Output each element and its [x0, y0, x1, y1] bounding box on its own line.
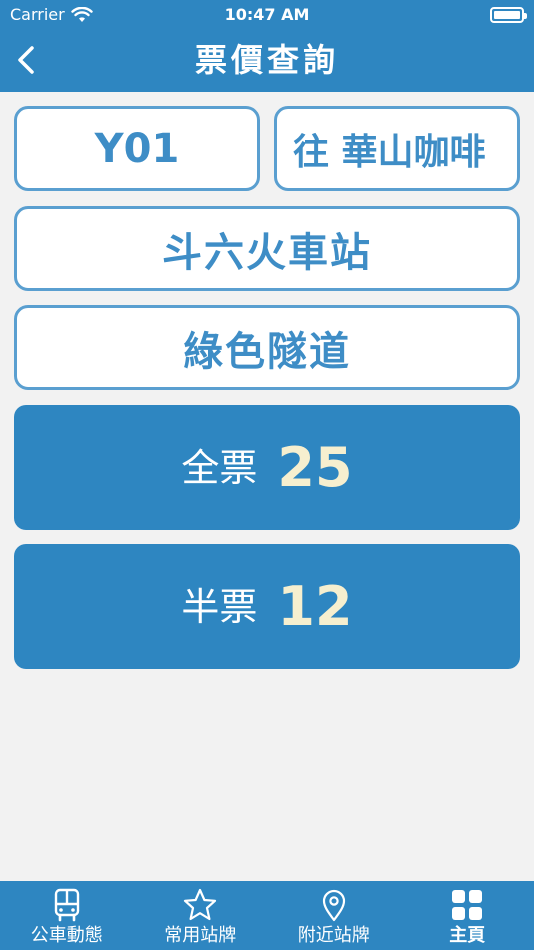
half-fare-label: 半票 [181, 584, 258, 629]
battery-icon [490, 7, 527, 23]
half-fare-value: 12 [277, 574, 353, 638]
top-bar: Carrier 10:47 AM 票價查詢 [0, 0, 534, 92]
destination-stop-selector[interactable]: 綠色隧道 [14, 305, 520, 390]
tab-home-label: 主頁 [449, 925, 486, 946]
route-selector[interactable]: Y01 [14, 106, 260, 191]
tab-home[interactable]: 主頁 [401, 881, 534, 950]
origin-stop-value: 斗六火車站 [162, 229, 372, 276]
full-fare-panel: 全票 25 [14, 405, 520, 530]
direction-value: 往 華山咖啡 [293, 131, 486, 173]
nav-bar: 票價查詢 [0, 30, 534, 92]
location-pin-icon [322, 889, 345, 922]
tab-bus-status[interactable]: 公車動態 [0, 881, 134, 950]
tab-bar: 公車動態 常用站牌 附近站牌 主頁 [0, 881, 534, 950]
half-fare-panel: 半票 12 [14, 544, 520, 669]
page-title: 票價查詢 [194, 41, 339, 79]
status-time: 10:47 AM [224, 5, 310, 24]
star-icon [184, 888, 217, 921]
status-bar: Carrier 10:47 AM [0, 0, 534, 30]
full-fare-value: 25 [277, 435, 353, 499]
tab-nearby-stops-label: 附近站牌 [297, 925, 370, 946]
full-fare-label: 全票 [181, 445, 258, 490]
origin-stop-selector[interactable]: 斗六火車站 [14, 206, 520, 291]
bus-icon [54, 888, 79, 922]
tab-bus-status-label: 公車動態 [30, 925, 103, 946]
direction-selector[interactable]: 往 華山咖啡 [274, 106, 520, 191]
destination-stop-value: 綠色隧道 [183, 328, 351, 375]
tab-favorite-stops-label: 常用站牌 [164, 925, 237, 946]
tab-favorite-stops[interactable]: 常用站牌 [134, 881, 268, 950]
fare-query-screen: Carrier 10:47 AM 票價查詢 Y01 往 華山咖啡 斗六火車站 綠… [0, 0, 534, 950]
route-value: Y01 [94, 125, 180, 172]
battery-level [494, 11, 520, 19]
tab-nearby-stops[interactable]: 附近站牌 [267, 881, 401, 950]
grid-icon [452, 890, 483, 920]
